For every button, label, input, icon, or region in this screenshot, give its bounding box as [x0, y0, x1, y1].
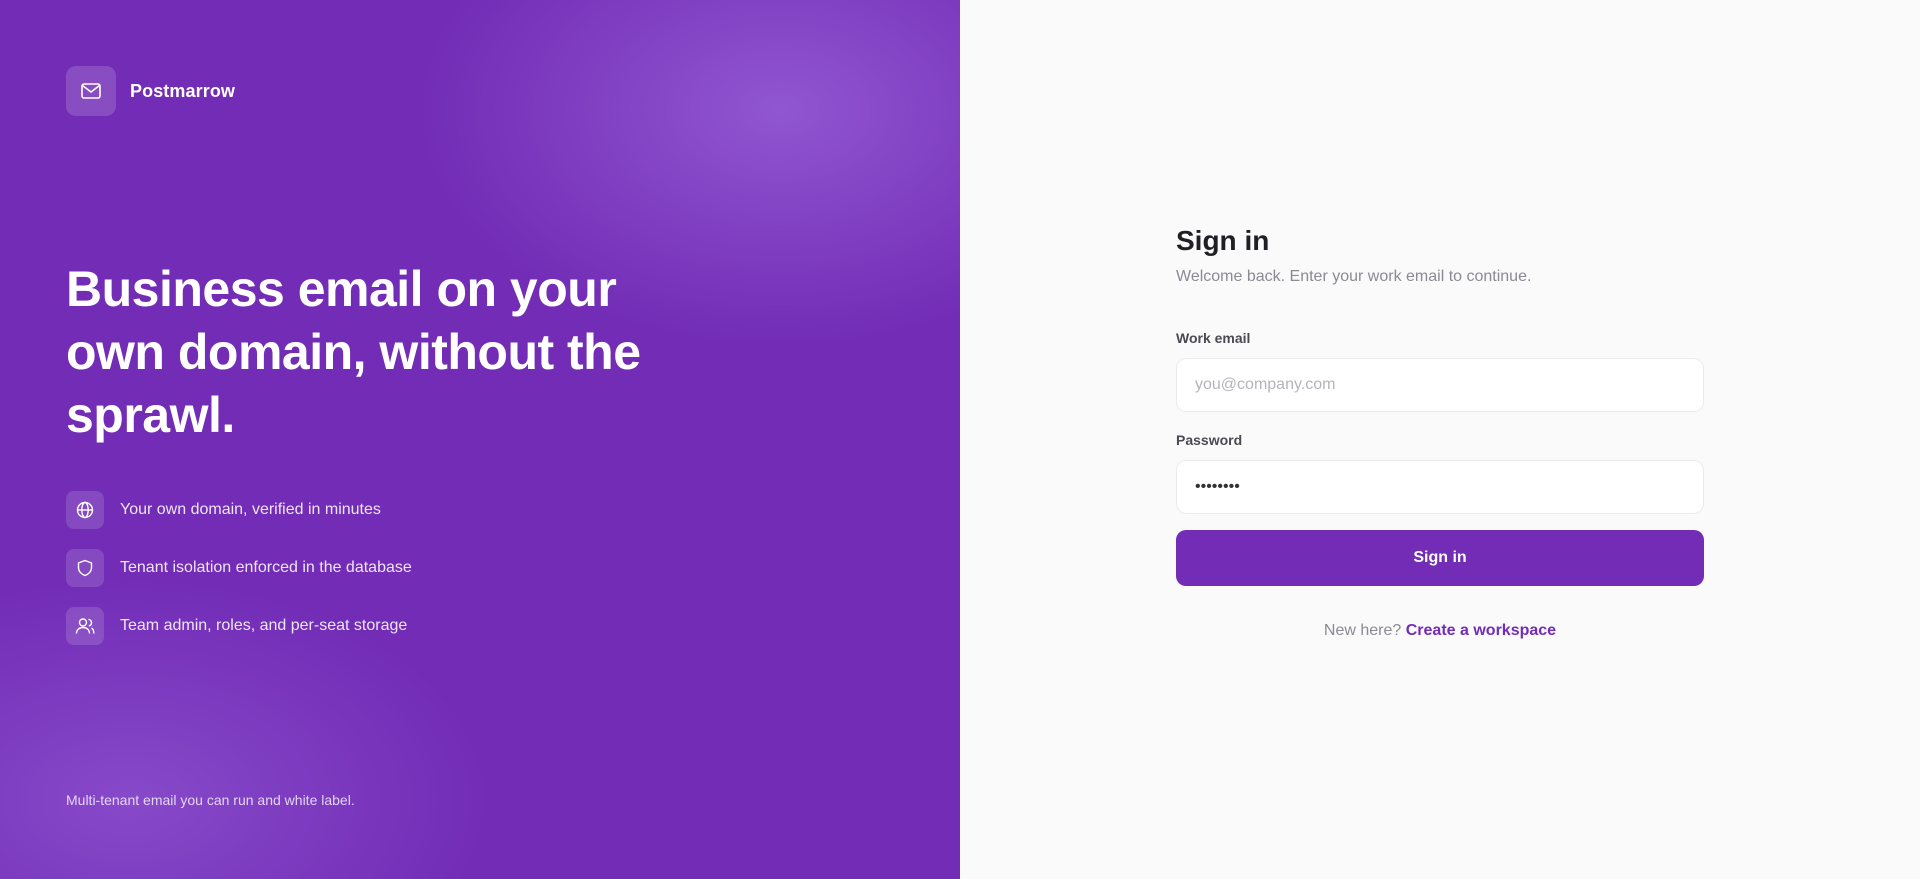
brand-header: Postmarrow [66, 66, 235, 116]
shield-icon [66, 549, 104, 587]
headline: Business email on your own domain, witho… [66, 261, 641, 443]
mail-icon [66, 66, 116, 116]
feature-list: Your own domain, verified in minutes Ten… [66, 490, 412, 664]
sign-in-button[interactable]: Sign in [1176, 530, 1704, 586]
users-icon [66, 607, 104, 645]
feature-text: Tenant isolation enforced in the databas… [120, 559, 412, 576]
login-page: Postmarrow Business email on your own do… [0, 0, 1920, 879]
tagline: Multi-tenant email you can run and white… [66, 792, 355, 808]
create-workspace-link[interactable]: Create a workspace [1406, 622, 1556, 639]
password-label: Password [1176, 432, 1243, 448]
feature-item: Tenant isolation enforced in the databas… [66, 548, 412, 588]
feature-text: Your own domain, verified in minutes [120, 501, 381, 518]
brand-name: Postmarrow [130, 80, 236, 101]
signup-prompt: New here? [1323, 622, 1402, 639]
signin-title: Sign in [1176, 225, 1270, 256]
signup-row: New here? Create a workspace [1176, 622, 1704, 640]
password-field[interactable] [1176, 460, 1704, 514]
email-field[interactable] [1176, 358, 1704, 412]
feature-text: Team admin, roles, and per-seat storage [120, 617, 408, 634]
signin-form: Sign in Welcome back. Enter your work em… [1176, 220, 1704, 640]
signin-subtitle: Welcome back. Enter your work email to c… [1176, 268, 1532, 285]
feature-item: Your own domain, verified in minutes [66, 490, 412, 530]
brand-panel: Postmarrow Business email on your own do… [0, 0, 960, 879]
signin-panel: Sign in Welcome back. Enter your work em… [960, 0, 1920, 879]
feature-item: Team admin, roles, and per-seat storage [66, 606, 412, 646]
email-label: Work email [1176, 330, 1251, 346]
globe-icon [66, 491, 104, 529]
